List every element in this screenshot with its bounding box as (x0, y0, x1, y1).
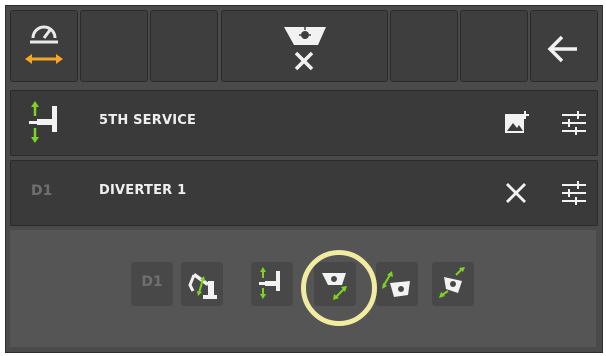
speed-gauge-button[interactable] (10, 10, 78, 82)
fifth-service-icon (259, 267, 280, 299)
empty-toolbar-slot-3[interactable] (390, 10, 458, 82)
row-title: DIVERTER 1 (99, 183, 187, 198)
settings-sliders-icon[interactable] (560, 180, 588, 206)
diverter-badge-tile: D1 (131, 262, 173, 306)
boom-function-option[interactable] (181, 262, 223, 306)
diverter-1-row[interactable]: D1 DIVERTER 1 (10, 160, 598, 226)
add-image-icon[interactable] (503, 110, 529, 136)
bucket-rotate-icon (382, 271, 410, 297)
bucket-dump-option[interactable] (432, 262, 474, 306)
fifth-service-row[interactable]: 5TH SERVICE (10, 90, 598, 156)
diverter-selector-badge: D1 (141, 274, 163, 290)
fifth-service-option[interactable] (251, 262, 293, 306)
empty-toolbar-slot-4[interactable] (460, 10, 528, 82)
empty-toolbar-slot-2[interactable] (150, 10, 218, 82)
row-title: 5TH SERVICE (99, 113, 197, 128)
diverter-badge: D1 (31, 183, 53, 199)
empty-toolbar-slot-1[interactable] (80, 10, 148, 82)
back-button[interactable] (530, 10, 598, 82)
bucket-rotate-option[interactable] (376, 262, 418, 306)
fifth-service-icon (29, 101, 57, 143)
disable-light-button[interactable] (221, 10, 388, 82)
headlight-with-x-icon (284, 27, 326, 71)
settings-sliders-icon[interactable] (560, 110, 588, 136)
left-arrow-icon (547, 35, 577, 63)
selection-highlight-ring (301, 250, 377, 326)
close-icon[interactable] (504, 181, 528, 205)
boom-arm-icon (188, 273, 217, 299)
bucket-dump-icon (439, 267, 465, 298)
horizontal-arrows-icon (25, 54, 63, 64)
